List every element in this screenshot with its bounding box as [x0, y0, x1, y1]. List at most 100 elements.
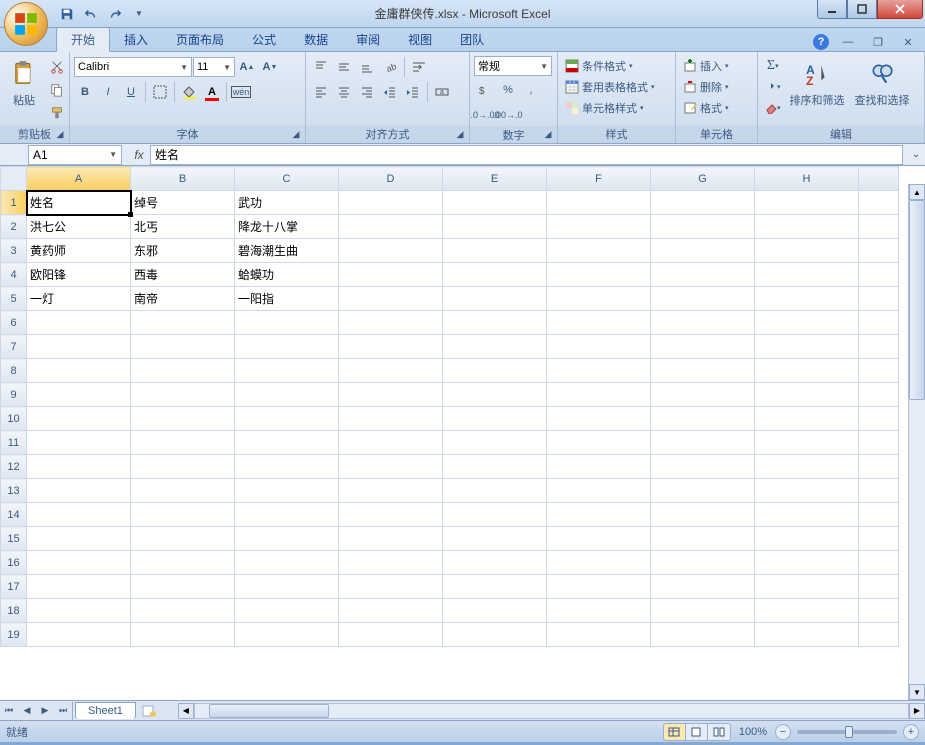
cell-B18[interactable]: [131, 599, 235, 623]
number-format-combo[interactable]: 常规▼: [474, 56, 552, 76]
cell-G19[interactable]: [651, 623, 755, 647]
zoom-slider[interactable]: [797, 730, 897, 734]
cell-next-15[interactable]: [859, 527, 899, 551]
cell-G11[interactable]: [651, 431, 755, 455]
fill-button[interactable]: ▾: [762, 77, 784, 97]
cell-D7[interactable]: [339, 335, 443, 359]
cell-H2[interactable]: [755, 215, 859, 239]
cell-E3[interactable]: [443, 239, 547, 263]
cell-B19[interactable]: [131, 623, 235, 647]
cell-E2[interactable]: [443, 215, 547, 239]
column-header-A[interactable]: A: [27, 167, 131, 191]
worksheet-grid[interactable]: ABCDEFGH1姓名绰号武功2洪七公北丐降龙十八掌3黄药师东邪碧海潮生曲4欧阳…: [0, 166, 899, 647]
cell-next-9[interactable]: [859, 383, 899, 407]
fill-color-button[interactable]: [178, 81, 200, 103]
cell-F12[interactable]: [547, 455, 651, 479]
redo-button[interactable]: [104, 3, 126, 25]
cell-A14[interactable]: [27, 503, 131, 527]
cell-C15[interactable]: [235, 527, 339, 551]
align-right-button[interactable]: [356, 81, 378, 103]
tab-page-layout[interactable]: 页面布局: [162, 28, 238, 51]
cell-F11[interactable]: [547, 431, 651, 455]
cell-F10[interactable]: [547, 407, 651, 431]
cell-next-8[interactable]: [859, 359, 899, 383]
cell-G1[interactable]: [651, 191, 755, 215]
cell-C17[interactable]: [235, 575, 339, 599]
row-header-10[interactable]: 10: [1, 407, 27, 431]
formula-bar-expand[interactable]: ⌄: [907, 149, 925, 160]
row-header-19[interactable]: 19: [1, 623, 27, 647]
column-header-G[interactable]: G: [651, 167, 755, 191]
cell-F1[interactable]: [547, 191, 651, 215]
merge-center-button[interactable]: a: [431, 81, 453, 103]
cell-next-11[interactable]: [859, 431, 899, 455]
cell-G9[interactable]: [651, 383, 755, 407]
cell-B16[interactable]: [131, 551, 235, 575]
row-header-15[interactable]: 15: [1, 527, 27, 551]
cell-H11[interactable]: [755, 431, 859, 455]
cell-A3[interactable]: 黄药师: [27, 239, 131, 263]
cell-C14[interactable]: [235, 503, 339, 527]
cell-D10[interactable]: [339, 407, 443, 431]
cell-D17[interactable]: [339, 575, 443, 599]
office-button[interactable]: [4, 2, 48, 46]
cell-B5[interactable]: 南帝: [131, 287, 235, 311]
cell-H4[interactable]: [755, 263, 859, 287]
cell-C19[interactable]: [235, 623, 339, 647]
cell-G4[interactable]: [651, 263, 755, 287]
format-cells-button[interactable]: 格式▾: [680, 98, 732, 118]
normal-view-button[interactable]: [664, 724, 686, 740]
scroll-down-button[interactable]: ▼: [909, 684, 925, 700]
increase-font-button[interactable]: A▲: [236, 56, 258, 78]
scroll-left-button[interactable]: ◀: [178, 703, 194, 719]
cell-F2[interactable]: [547, 215, 651, 239]
cell-B6[interactable]: [131, 311, 235, 335]
cell-C11[interactable]: [235, 431, 339, 455]
tab-team[interactable]: 团队: [446, 28, 498, 51]
cell-A17[interactable]: [27, 575, 131, 599]
cell-F16[interactable]: [547, 551, 651, 575]
cell-B7[interactable]: [131, 335, 235, 359]
cell-H8[interactable]: [755, 359, 859, 383]
cell-C4[interactable]: 蛤蟆功: [235, 263, 339, 287]
cell-next-5[interactable]: [859, 287, 899, 311]
column-header-E[interactable]: E: [443, 167, 547, 191]
cell-C7[interactable]: [235, 335, 339, 359]
cell-A7[interactable]: [27, 335, 131, 359]
cell-H7[interactable]: [755, 335, 859, 359]
name-box[interactable]: A1▼: [28, 145, 122, 165]
cell-A18[interactable]: [27, 599, 131, 623]
cell-C1[interactable]: 武功: [235, 191, 339, 215]
row-header-18[interactable]: 18: [1, 599, 27, 623]
cell-G2[interactable]: [651, 215, 755, 239]
cell-next-12[interactable]: [859, 455, 899, 479]
cell-H6[interactable]: [755, 311, 859, 335]
cell-C6[interactable]: [235, 311, 339, 335]
increase-indent-button[interactable]: [402, 81, 424, 103]
undo-button[interactable]: [80, 3, 102, 25]
cell-next-7[interactable]: [859, 335, 899, 359]
cell-B11[interactable]: [131, 431, 235, 455]
select-all-corner[interactable]: [1, 167, 27, 191]
cell-A8[interactable]: [27, 359, 131, 383]
page-break-view-button[interactable]: [708, 724, 730, 740]
cell-E1[interactable]: [443, 191, 547, 215]
row-header-13[interactable]: 13: [1, 479, 27, 503]
maximize-button[interactable]: [847, 0, 877, 19]
cell-next-16[interactable]: [859, 551, 899, 575]
cell-H9[interactable]: [755, 383, 859, 407]
sheet-tab-sheet1[interactable]: Sheet1: [75, 702, 136, 719]
cut-button[interactable]: [46, 56, 68, 78]
column-header-B[interactable]: B: [131, 167, 235, 191]
cell-G6[interactable]: [651, 311, 755, 335]
scroll-thumb-vertical[interactable]: [909, 200, 925, 400]
format-as-table-button[interactable]: 套用表格格式▾: [562, 77, 658, 97]
cell-A6[interactable]: [27, 311, 131, 335]
cell-E5[interactable]: [443, 287, 547, 311]
tab-home[interactable]: 开始: [56, 27, 110, 52]
cell-A19[interactable]: [27, 623, 131, 647]
column-header-C[interactable]: C: [235, 167, 339, 191]
decrease-font-button[interactable]: A▼: [259, 56, 281, 78]
cell-C18[interactable]: [235, 599, 339, 623]
cell-G17[interactable]: [651, 575, 755, 599]
